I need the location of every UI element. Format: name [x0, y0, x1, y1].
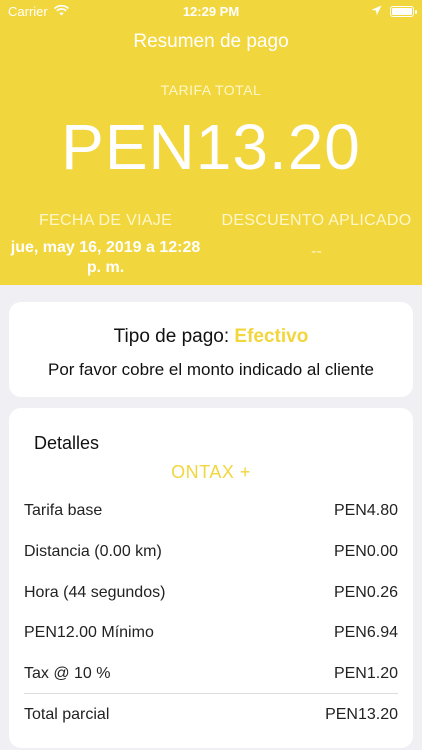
trip-date-value: jue, may 16, 2019 a 12:28 p. m.	[10, 239, 201, 276]
total-fare-amount: PEN13.20	[61, 111, 361, 183]
detail-row-label: Distancia (0.00 km)	[24, 543, 162, 560]
detail-row-label: Tax @ 10 %	[24, 665, 111, 682]
payment-card: Tipo de pago: Efectivo Por favor cobre e…	[9, 302, 413, 397]
discount-section: DESCUENTO APLICADO --	[211, 212, 422, 262]
detail-row: Hora (44 segundos) PEN0.26	[24, 584, 398, 608]
details-card: Detalles ONTAX + Tarifa base PEN4.80 Dis…	[9, 408, 413, 748]
subtotal-divider	[24, 693, 398, 694]
subtotal-value: PEN13.20	[325, 706, 398, 723]
trip-date-label: FECHA DE VIAJE	[38, 212, 173, 229]
detail-row-value: PEN1.20	[333, 665, 398, 682]
status-bar: Carrier 12:29 PM	[0, 0, 422, 22]
status-right	[371, 4, 417, 19]
total-fare-label: TARIFA TOTAL	[160, 82, 262, 98]
detail-row-label: Tarifa base	[24, 502, 103, 519]
detail-row-label: Hora (44 segundos)	[24, 584, 166, 601]
subtotal-label: Total parcial	[24, 706, 110, 723]
detail-row-value: PEN0.00	[333, 543, 398, 560]
payment-type-label: Tipo de pago:	[113, 326, 230, 347]
detail-row-value: PEN4.80	[333, 502, 398, 519]
detail-row: Distancia (0.00 km) PEN0.00	[24, 543, 398, 567]
detail-row: Tax @ 10 % PEN1.20	[24, 665, 398, 689]
detail-row: Tarifa base PEN4.80	[24, 502, 398, 526]
subtotal-row: Total parcial PEN13.20	[24, 706, 398, 730]
payment-type-value: Efectivo	[234, 326, 309, 347]
page-title: Resumen de pago	[133, 31, 289, 52]
location-arrow-icon	[371, 4, 382, 19]
payment-message: Por favor cobre el monto indicado al cli…	[47, 360, 374, 379]
discount-value: --	[311, 243, 322, 260]
status-time: 12:29 PM	[182, 4, 240, 19]
detail-row: PEN12.00 Mínimo PEN6.94	[24, 624, 398, 648]
trip-date-section: FECHA DE VIAJE jue, may 16, 2019 a 12:28…	[0, 212, 211, 278]
detail-row-value: PEN0.26	[333, 584, 398, 601]
company-name: ONTAX +	[171, 462, 251, 482]
detail-row-value: PEN6.94	[333, 624, 398, 641]
summary-header: Carrier 12:29 PM Resumen de pago TARIFA …	[0, 0, 422, 285]
battery-icon	[390, 6, 417, 17]
discount-label: DESCUENTO APLICADO	[221, 212, 412, 229]
detail-row-label: PEN12.00 Mínimo	[24, 624, 154, 641]
payment-type: Tipo de pago: Efectivo	[9, 326, 413, 348]
details-title: Detalles	[34, 433, 100, 453]
